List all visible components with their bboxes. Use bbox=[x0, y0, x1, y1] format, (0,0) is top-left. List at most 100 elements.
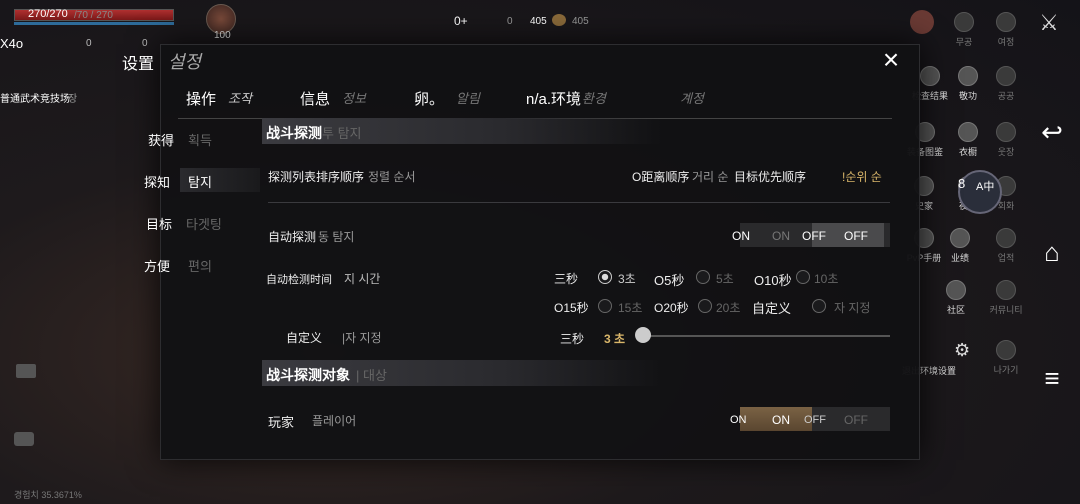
time-radio-5s[interactable] bbox=[696, 270, 710, 284]
tab-account[interactable]: 계정 bbox=[680, 88, 704, 107]
tab-notify[interactable]: 卵。 bbox=[414, 88, 444, 109]
hud-zero-2: 0 bbox=[142, 38, 148, 49]
menu-label: 업적 bbox=[997, 253, 1015, 263]
menu-label: 敬功 bbox=[958, 91, 977, 101]
player-on-ko: ON bbox=[772, 413, 790, 427]
time-radio-20s[interactable] bbox=[698, 299, 712, 313]
menu-label: 공공 bbox=[997, 91, 1015, 101]
player-off-ko: OFF bbox=[844, 413, 868, 427]
sort-distance-option[interactable]: O距离顺序 bbox=[632, 168, 689, 185]
menu-exit[interactable]: 나가기 bbox=[980, 340, 1032, 376]
lock-icon bbox=[996, 228, 1016, 248]
exp-text: 경험치 35.3671% bbox=[14, 490, 82, 500]
tab-info[interactable]: 信息 bbox=[300, 88, 330, 109]
sort-target-priority-option[interactable]: 目标优先顺序 bbox=[734, 168, 806, 185]
currency-b: 0 bbox=[507, 16, 513, 27]
section-title-combat-detect: 战斗探测 bbox=[266, 125, 322, 141]
menu-label: 여정 bbox=[997, 37, 1015, 47]
sidebar-item-acquire[interactable]: 获得 bbox=[148, 130, 174, 149]
lock-icon bbox=[958, 66, 978, 86]
auto-detect-on[interactable]: ON bbox=[732, 229, 750, 243]
home-icon[interactable]: ⌂ bbox=[1030, 234, 1074, 270]
sidebar-item-detect-ko: 탐지 bbox=[188, 175, 212, 190]
menu-community[interactable]: 社区 bbox=[930, 280, 982, 316]
tab-environment[interactable]: n/a.环境 bbox=[526, 88, 581, 109]
mp-bar bbox=[14, 22, 174, 25]
custom-time-slider[interactable] bbox=[640, 335, 890, 337]
lock-icon bbox=[920, 66, 940, 86]
menu-label: 커뮤니티 bbox=[989, 305, 1023, 315]
menu-achievements-ko[interactable]: 업적 bbox=[980, 228, 1032, 264]
auto-detect-off[interactable]: OFF bbox=[802, 229, 826, 243]
menu-community-ko[interactable]: 커뮤니티 bbox=[980, 280, 1032, 316]
sort-distance-option-ko: 거리 순 bbox=[692, 170, 729, 184]
time-option-20s[interactable]: O20秒 bbox=[654, 299, 689, 316]
currency-d: 405 bbox=[572, 16, 589, 27]
time-option-10s[interactable]: O10秒 bbox=[754, 270, 792, 289]
slider-handle[interactable] bbox=[635, 327, 651, 343]
sidebar-item-detect[interactable]: 探知 bbox=[144, 172, 170, 191]
time-radio-custom[interactable] bbox=[812, 299, 826, 313]
menu-label: 웃장 bbox=[997, 147, 1015, 157]
auto-time-label-ko: 지 시간 bbox=[344, 272, 381, 286]
time-radio-10s[interactable] bbox=[796, 270, 810, 284]
time-radio-15s[interactable] bbox=[598, 299, 612, 313]
time-option-custom[interactable]: 自定义 bbox=[752, 298, 791, 317]
section-title-detect-target-ko: | 대상 bbox=[356, 368, 387, 383]
tab-controls[interactable]: 操作 bbox=[186, 88, 216, 109]
settings-gear-icon[interactable]: ⚙ bbox=[954, 340, 974, 360]
tab-environment-ko: 환경 bbox=[582, 91, 606, 106]
dragon-icon[interactable] bbox=[910, 10, 934, 34]
lock-icon bbox=[996, 12, 1016, 32]
sort-target-priority-option-ko: !순위 순 bbox=[842, 170, 882, 184]
swords-icon[interactable]: ⚔ bbox=[1036, 10, 1062, 36]
tab-notify-ko: 알림 bbox=[456, 91, 480, 106]
auto-time-label: 自动检测时间 bbox=[266, 274, 332, 286]
player-label: 玩家 bbox=[268, 415, 295, 430]
menu-label: 业绩 bbox=[950, 253, 969, 263]
sidebar-item-convenience[interactable]: 方便 bbox=[144, 256, 170, 275]
time-option-3s-ko: 3초 bbox=[618, 272, 636, 286]
community-icon bbox=[946, 280, 966, 300]
menu-achievements[interactable]: 业绩 bbox=[934, 228, 986, 264]
back-icon[interactable]: ↩ bbox=[1030, 114, 1074, 150]
time-option-3s[interactable]: 三秒 bbox=[554, 270, 578, 287]
custom-value-ko: 3 초 bbox=[604, 332, 626, 346]
sidebar-item-acquire-ko: 획득 bbox=[188, 133, 212, 148]
auto-detect-on-ko: ON bbox=[772, 229, 790, 243]
tab-controls-ko: 조작 bbox=[228, 91, 252, 106]
camera-icon[interactable] bbox=[16, 364, 36, 378]
lock-icon bbox=[954, 12, 974, 32]
chat-icon[interactable] bbox=[14, 432, 34, 446]
menu-label: 나가기 bbox=[993, 365, 1019, 375]
wardrobe-icon bbox=[958, 122, 978, 142]
menu-journey[interactable]: 여정 bbox=[980, 12, 1032, 48]
mp-text: /70 / 270 bbox=[74, 10, 113, 21]
menu-gonggong[interactable]: 공공 bbox=[980, 66, 1032, 102]
dialog-title: 设置 bbox=[122, 56, 155, 73]
menu-outfit[interactable]: 웃장 bbox=[980, 122, 1032, 158]
player-on[interactable]: ON bbox=[730, 414, 747, 426]
section-title-combat-detect-ko: 투 탐지 bbox=[322, 126, 362, 141]
custom-label: 自定义 bbox=[286, 331, 323, 345]
translate-badge-num: 8 bbox=[958, 176, 966, 191]
time-radio-3s[interactable] bbox=[598, 270, 612, 284]
player-label-ko: 플레이어 bbox=[312, 414, 357, 428]
player-off[interactable]: OFF bbox=[804, 414, 826, 426]
time-option-15s[interactable]: O15秒 bbox=[554, 299, 589, 316]
sort-order-label-ko: 정렬 순서 bbox=[368, 170, 416, 184]
hp-text: 270/270 bbox=[28, 8, 68, 20]
section-title-detect-target: 战斗探测对象 bbox=[266, 367, 350, 383]
row-divider bbox=[268, 202, 890, 203]
time-option-5s[interactable]: O5秒 bbox=[654, 270, 684, 289]
time-option-20s-ko: 20초 bbox=[716, 301, 741, 315]
sidebar-item-target[interactable]: 目标 bbox=[146, 214, 172, 233]
menu-icon[interactable]: ≡ bbox=[1030, 360, 1074, 396]
close-icon[interactable]: × bbox=[876, 46, 906, 76]
location-text: 普通武术竞技场 bbox=[0, 94, 70, 105]
time-option-15s-ko: 15초 bbox=[618, 301, 643, 315]
lock-icon bbox=[950, 228, 970, 248]
tab-info-ko: 정보 bbox=[342, 91, 366, 106]
exit-icon bbox=[996, 340, 1016, 360]
custom-label-ko: |자 지정 bbox=[342, 331, 382, 345]
